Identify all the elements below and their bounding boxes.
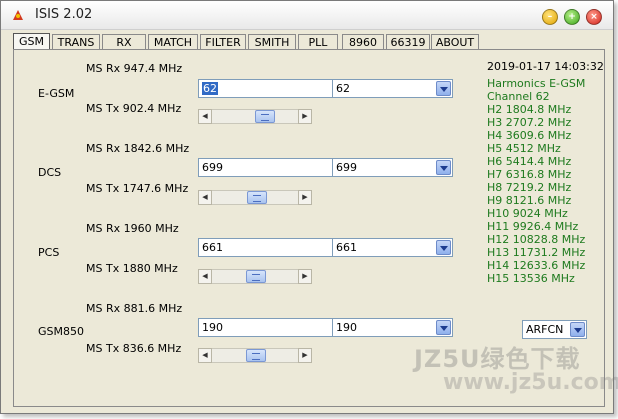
tab-filter[interactable]: FILTER [200,34,246,49]
harmonic-line: H13 11731.2 MHz [487,246,586,259]
slider-thumb[interactable] [246,270,266,283]
gsm850-rx-label: MS Rx 881.6 MHz [86,302,183,315]
pcs-channel-slider[interactable]: ◀ ▶ [198,269,312,284]
gsm850-tx-label: MS Tx 836.6 MHz [86,342,182,355]
chevron-down-icon[interactable] [436,160,451,175]
gsm850-band-label: GSM850 [38,325,84,338]
slider-left-icon[interactable]: ◀ [198,269,212,284]
slider-right-icon[interactable]: ▶ [298,190,312,205]
egsm-rx-label: MS Rx 947.4 MHz [86,62,183,75]
timestamp: 2019-01-17 14:03:32 [487,60,604,73]
close-button[interactable]: × [586,9,602,25]
dcs-rx-label: MS Rx 1842.6 MHz [86,142,190,155]
tab-8960[interactable]: 8960 [342,34,384,49]
harmonic-line: H11 9926.4 MHz [487,220,579,233]
dcs-channel-input[interactable]: 699 [198,158,345,177]
pcs-rx-label: MS Rx 1960 MHz [86,222,179,235]
tab-trans[interactable]: TRANS [52,34,100,49]
harmonic-line: H4 3609.6 MHz [487,129,572,142]
egsm-channel-select[interactable]: 62 [332,79,453,98]
harmonic-line: H15 13536 MHz [487,272,575,285]
tab-smith[interactable]: SMITH [248,34,296,49]
tab-rx[interactable]: RX [102,34,146,49]
slider-left-icon[interactable]: ◀ [198,190,212,205]
title-bar[interactable]: ISIS 2.02 – + × [1,1,613,30]
harmonic-line: H2 1804.8 MHz [487,103,572,116]
tab-about[interactable]: ABOUT [431,34,479,49]
slider-thumb[interactable] [255,110,275,123]
dcs-band-label: DCS [38,166,62,179]
window-title: ISIS 2.02 [35,7,93,22]
pcs-channel-input[interactable]: 661 [198,238,345,257]
watermark-logo: JZ5U绿色下载 [414,345,581,373]
harmonic-line: H6 5414.4 MHz [487,155,572,168]
harmonic-line: H9 8121.6 MHz [487,194,572,207]
chevron-down-icon[interactable] [436,81,451,96]
chevron-down-icon[interactable] [436,240,451,255]
harmonic-line: H5 4512 MHz [487,142,561,155]
tab-gsm[interactable]: GSM [13,33,50,50]
slider-right-icon[interactable]: ▶ [298,269,312,284]
tab-match[interactable]: MATCH [148,34,198,49]
pcs-tx-label: MS Tx 1880 MHz [86,262,178,275]
chevron-down-icon[interactable] [570,322,585,337]
harmonic-line: H3 2707.2 MHz [487,116,572,129]
harmonic-line: H12 10828.8 MHz [487,233,586,246]
tab-66319[interactable]: 66319 [386,34,430,49]
slider-left-icon[interactable]: ◀ [198,348,212,363]
gsm850-channel-slider[interactable]: ◀ ▶ [198,348,312,363]
dcs-tx-label: MS Tx 1747.6 MHz [86,182,189,195]
pcs-channel-select[interactable]: 661 [332,238,453,257]
chevron-down-icon[interactable] [436,320,451,335]
gsm850-channel-input[interactable]: 190 [198,318,345,337]
slider-left-icon[interactable]: ◀ [198,109,212,124]
pcs-band-label: PCS [38,246,60,259]
harmonic-line: Channel 62 [487,90,550,103]
maximize-button[interactable]: + [564,9,580,25]
harmonic-line: H8 7219.2 MHz [487,181,572,194]
minimize-button[interactable]: – [542,9,558,25]
dcs-channel-select[interactable]: 699 [332,158,453,177]
dcs-channel-slider[interactable]: ◀ ▶ [198,190,312,205]
app-window: ISIS 2.02 – + × GSM TRANS RX MATCH FILTE… [0,0,618,414]
egsm-band-label: E-GSM [38,87,75,100]
slider-thumb[interactable] [247,191,267,204]
harmonic-line: H10 9024 MHz [487,207,568,220]
slider-right-icon[interactable]: ▶ [298,109,312,124]
egsm-tx-label: MS Tx 902.4 MHz [86,102,182,115]
egsm-channel-slider[interactable]: ◀ ▶ [198,109,312,124]
mode-select[interactable]: ARFCN [522,320,587,339]
harmonic-line: H7 6316.8 MHz [487,168,572,181]
watermark-url: www.jz5u.com [443,370,618,395]
gsm850-channel-select[interactable]: 190 [332,318,453,337]
slider-right-icon[interactable]: ▶ [298,348,312,363]
slider-thumb[interactable] [246,349,266,362]
egsm-channel-input[interactable]: 62 [198,79,345,98]
tab-pll[interactable]: PLL [298,34,338,49]
harmonic-line: H14 12633.6 MHz [487,259,586,272]
harmonic-line: Harmonics E-GSM [487,77,586,90]
app-icon [13,10,23,20]
